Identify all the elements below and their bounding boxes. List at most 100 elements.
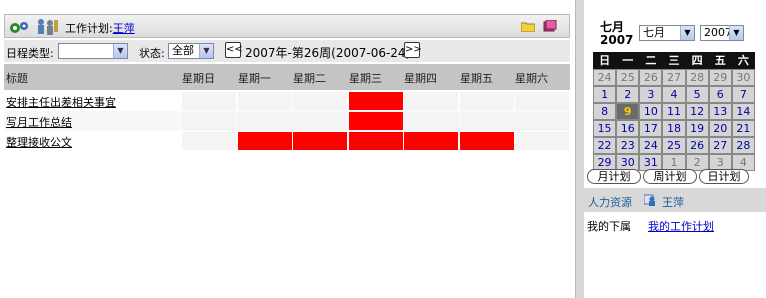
folder-icon[interactable] xyxy=(521,21,535,32)
vertical-scrollbar[interactable] xyxy=(575,0,584,298)
calendar-day[interactable]: 22 xyxy=(594,138,616,153)
calendar-day[interactable]: 19 xyxy=(686,121,708,136)
calendar-day[interactable]: 20 xyxy=(709,121,731,136)
empty-day-cell xyxy=(515,112,569,130)
user-link[interactable]: 王萍 xyxy=(113,22,135,35)
calendar-day[interactable]: 30 xyxy=(617,155,639,170)
calendar-day[interactable]: 29 xyxy=(594,155,616,170)
calendar-day[interactable]: 2 xyxy=(617,87,639,102)
calendar-day[interactable]: 10 xyxy=(640,104,662,119)
prev-week-button[interactable]: << xyxy=(225,42,243,58)
month-select-value: 七月 xyxy=(643,26,665,39)
scheduled-day-cell xyxy=(349,132,403,150)
book-icon[interactable] xyxy=(543,20,557,32)
empty-day-cell xyxy=(182,112,236,130)
calendar-day[interactable]: 26 xyxy=(640,70,662,85)
calendar-day[interactable]: 31 xyxy=(640,155,662,170)
scheduled-day-cell xyxy=(238,132,292,150)
chevron-down-icon: ▼ xyxy=(199,44,213,58)
empty-day-cell xyxy=(238,112,292,130)
calendar-day[interactable]: 13 xyxy=(709,104,731,119)
calendar-week-row: 8 9 10 11 12 13 14 xyxy=(593,103,755,120)
next-week-button[interactable]: >> xyxy=(404,42,422,58)
status-select[interactable]: 全部 ▼ xyxy=(168,43,214,59)
calendar-day[interactable]: 3 xyxy=(640,87,662,102)
column-header-wed: 星期三 xyxy=(349,72,382,85)
title-label: 工作计划: xyxy=(65,22,113,35)
column-header-sun: 星期日 xyxy=(182,72,215,85)
calendar-day[interactable]: 5 xyxy=(686,87,708,102)
calendar-day[interactable]: 6 xyxy=(709,87,731,102)
empty-day-cell xyxy=(460,112,514,130)
column-header-thu: 星期四 xyxy=(404,72,437,85)
hr-user-link[interactable]: 王萍 xyxy=(662,194,684,210)
calendar-day[interactable]: 3 xyxy=(709,155,731,170)
calendar-day[interactable]: 30 xyxy=(732,70,754,85)
calendar-week-row: 22 23 24 25 26 27 28 xyxy=(593,137,755,154)
calendar-panel: 七月 2007 七月 ▼ 2007 ▼ 日一二三四五六 24 25 26 27 28 29 3… xyxy=(584,0,766,298)
scheduled-day-cell xyxy=(293,132,347,150)
my-work-plan-link[interactable]: 我的工作计划 xyxy=(648,218,714,234)
calendar-day[interactable]: 9 xyxy=(617,104,639,119)
calendar-day[interactable]: 8 xyxy=(594,104,616,119)
empty-day-cell xyxy=(293,112,347,130)
calendar-day[interactable]: 1 xyxy=(663,155,685,170)
calendar-day[interactable]: 27 xyxy=(663,70,685,85)
task-title-link[interactable]: 整理接收公文 xyxy=(6,134,72,150)
empty-day-cell xyxy=(515,92,569,110)
user-icon xyxy=(644,194,655,206)
calendar-day[interactable]: 1 xyxy=(594,87,616,102)
calendar-day[interactable]: 15 xyxy=(594,121,616,136)
calendar-day[interactable]: 23 xyxy=(617,138,639,153)
task-title-link[interactable]: 安排主任出差相关事宜 xyxy=(6,94,116,110)
hr-section: 人力资源 王萍 xyxy=(584,188,766,212)
week-plan-button[interactable]: 周计划 xyxy=(643,169,697,184)
schedule-table-header: 标题 星期日 星期一 星期二 星期三 星期四 星期五 星期六 xyxy=(4,64,570,90)
weekday-label: 四 xyxy=(686,53,708,68)
calendar-day[interactable]: 26 xyxy=(686,138,708,153)
calendar-year-label: 2007 xyxy=(600,33,634,47)
weekday-label: 日 xyxy=(594,53,616,68)
table-row: 整理接收公文 xyxy=(4,131,570,151)
chevron-down-icon: ▼ xyxy=(680,26,694,40)
calendar-day[interactable]: 21 xyxy=(732,121,754,136)
chevron-down-icon: ▼ xyxy=(729,26,743,40)
calendar-day[interactable]: 24 xyxy=(640,138,662,153)
calendar-day[interactable]: 24 xyxy=(594,70,616,85)
empty-day-cell xyxy=(238,92,292,110)
empty-day-cell xyxy=(404,112,458,130)
weekday-label: 三 xyxy=(663,53,685,68)
month-select[interactable]: 七月 ▼ xyxy=(639,25,695,41)
people-icon xyxy=(38,19,58,35)
calendar-day[interactable]: 4 xyxy=(663,87,685,102)
calendar-day[interactable]: 16 xyxy=(617,121,639,136)
calendar-day[interactable]: 18 xyxy=(663,121,685,136)
task-title-link[interactable]: 写月工作总结 xyxy=(6,114,72,130)
weekday-label: 五 xyxy=(709,53,731,68)
scheduled-day-cell xyxy=(460,132,514,150)
week-label: 2007年-第26周(2007-06-24) xyxy=(245,46,411,60)
month-plan-button[interactable]: 月计划 xyxy=(587,169,641,184)
subordinates-label: 我的下属 xyxy=(587,220,631,233)
calendar-day[interactable]: 29 xyxy=(709,70,731,85)
filter-bar: 日程类型: ▼ 状态: 全部 ▼ << 2007年-第26周(2007-06-2… xyxy=(4,40,570,62)
calendar-day[interactable]: 14 xyxy=(732,104,754,119)
weekday-label: 二 xyxy=(640,53,662,68)
calendar-day[interactable]: 28 xyxy=(686,70,708,85)
title-bar: 工作计划:王萍 xyxy=(4,14,570,38)
empty-day-cell xyxy=(404,92,458,110)
calendar-day[interactable]: 27 xyxy=(709,138,731,153)
calendar-day[interactable]: 4 xyxy=(732,155,754,170)
calendar-day[interactable]: 17 xyxy=(640,121,662,136)
calendar-day[interactable]: 25 xyxy=(663,138,685,153)
calendar-day[interactable]: 2 xyxy=(686,155,708,170)
day-plan-button[interactable]: 日计划 xyxy=(699,169,749,184)
calendar-day[interactable]: 12 xyxy=(686,104,708,119)
calendar-day[interactable]: 25 xyxy=(617,70,639,85)
calendar-day[interactable]: 11 xyxy=(663,104,685,119)
year-select[interactable]: 2007 ▼ xyxy=(700,25,744,41)
schedule-type-select[interactable]: ▼ xyxy=(58,43,128,59)
calendar-day[interactable]: 7 xyxy=(732,87,754,102)
calendar-day[interactable]: 28 xyxy=(732,138,754,153)
empty-day-cell xyxy=(515,132,569,150)
